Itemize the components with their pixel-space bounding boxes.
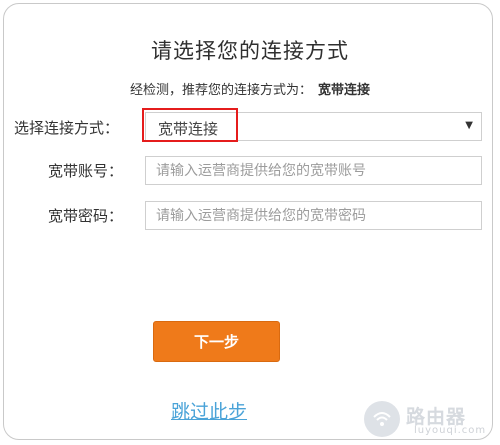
account-input[interactable]	[145, 156, 482, 185]
detection-message: 经检测，推荐您的连接方式为： 宽带连接	[0, 79, 500, 98]
detection-prefix: 经检测，推荐您的连接方式为：	[129, 83, 312, 98]
watermark: 路由器 luyouqi.com	[364, 401, 492, 439]
connection-type-label: 选择连接方式：	[14, 119, 120, 137]
account-label: 宽带账号：	[48, 162, 124, 180]
dropdown-arrow-icon[interactable]: ▼	[465, 120, 473, 131]
detection-recommended: 宽带连接	[318, 83, 371, 98]
password-input[interactable]	[145, 201, 482, 230]
router-logo-icon	[364, 401, 400, 437]
watermark-site: luyouqi.com	[414, 425, 487, 436]
page-title: 请选择您的连接方式	[151, 39, 349, 63]
skip-link[interactable]: 跳过此步	[171, 397, 247, 424]
password-label: 宽带密码：	[48, 207, 124, 225]
connection-type-value: 宽带连接	[158, 120, 219, 138]
connection-type-select[interactable]: 宽带连接 ▼	[145, 112, 482, 141]
next-button[interactable]: 下一步	[153, 321, 280, 362]
